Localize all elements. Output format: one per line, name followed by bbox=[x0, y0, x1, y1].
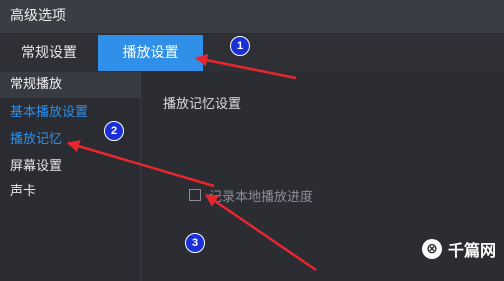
annotation-badge-1: 1 bbox=[230, 36, 250, 56]
watermark: ⊗ 千篇网 bbox=[421, 237, 496, 261]
arrow-2 bbox=[66, 140, 215, 188]
watermark-text: 千篇网 bbox=[447, 241, 496, 260]
annotation-badge-3: 3 bbox=[185, 233, 205, 253]
annotation-badge-2: 2 bbox=[104, 121, 124, 141]
arrow-1 bbox=[194, 54, 297, 80]
logo-icon: ⊗ bbox=[421, 239, 442, 259]
arrow-3 bbox=[204, 193, 317, 272]
